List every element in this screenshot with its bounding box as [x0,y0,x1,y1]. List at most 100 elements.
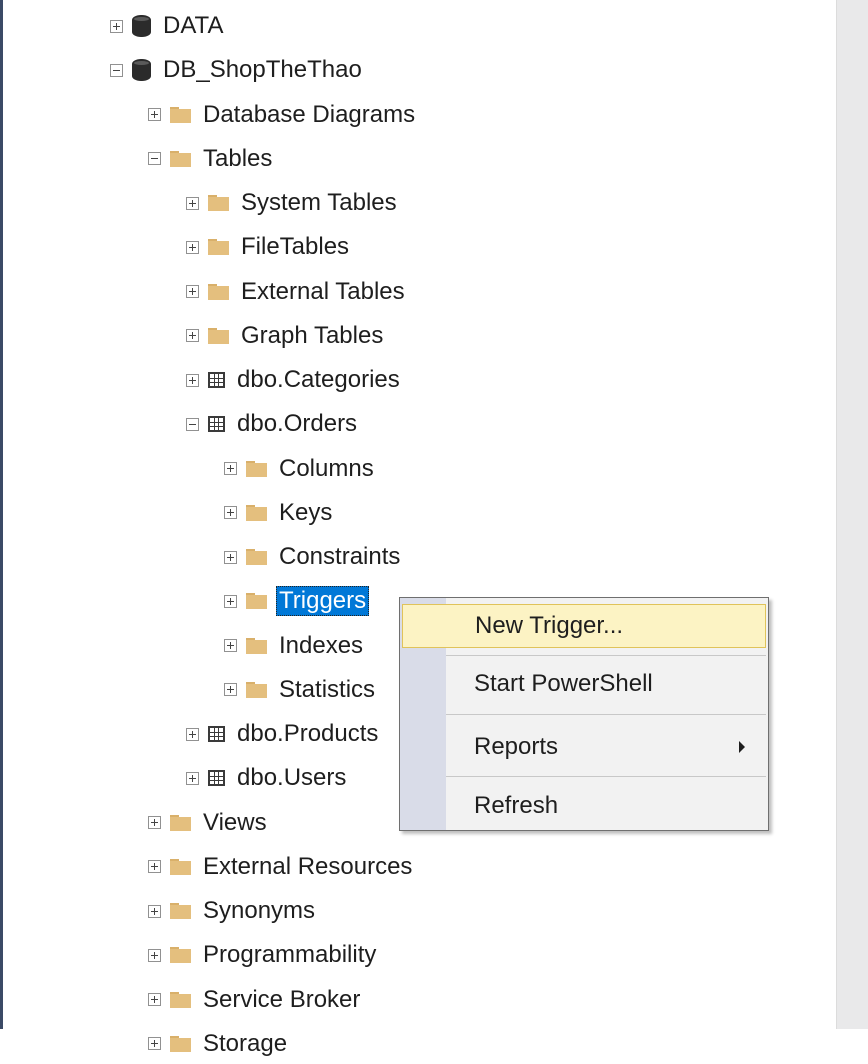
folder-icon [246,504,267,521]
tree-node-label[interactable]: dbo.Orders [234,409,360,439]
expand-plus-icon[interactable] [148,904,161,918]
tree-node[interactable]: Storage [148,1024,290,1064]
expand-plus-icon[interactable] [148,1037,161,1051]
tree-node[interactable]: DATA [110,6,226,46]
menu-item-start-powershell[interactable]: Start PowerShell [402,662,766,706]
expand-plus-icon[interactable] [148,948,161,962]
folder-icon [170,858,191,875]
expand-plus-icon[interactable] [110,19,123,33]
tree-node-label[interactable]: Indexes [276,631,366,661]
tree-node[interactable]: Indexes [224,626,366,666]
expand-plus-icon[interactable] [224,550,237,564]
tree-node-label[interactable]: Storage [200,1029,290,1059]
expand-plus-icon[interactable] [224,683,237,697]
expand-plus-icon[interactable] [186,373,199,387]
tree-node[interactable]: Programmability [148,935,379,975]
database-icon [132,15,151,37]
folder-icon [246,681,267,698]
folder-icon [246,460,267,477]
tree-node[interactable]: dbo.Categories [186,360,403,400]
expand-plus-icon[interactable] [186,727,199,741]
tree-node[interactable]: FileTables [186,227,352,267]
tree-node[interactable]: dbo.Products [186,714,381,754]
folder-icon [208,195,229,211]
tree-node-label[interactable]: Columns [276,454,377,484]
vertical-scrollbar[interactable] [836,0,868,1029]
folder-icon [170,814,191,831]
tree-node-label[interactable]: External Resources [200,852,415,882]
tree-node-label[interactable]: dbo.Products [234,719,381,749]
tree-node[interactable]: Constraints [224,537,403,577]
expand-plus-icon[interactable] [148,108,161,121]
tree-node[interactable]: Keys [224,493,335,533]
menu-item-label: Start PowerShell [474,670,653,697]
tree-node-label[interactable]: Synonyms [200,896,318,926]
expand-plus-icon[interactable] [224,462,237,475]
menu-separator [446,655,766,656]
tree-node-label[interactable]: DATA [160,11,226,41]
table-icon [208,770,225,787]
tree-node-label[interactable]: FileTables [238,232,352,262]
tree-node-label[interactable]: Database Diagrams [200,100,418,130]
expand-plus-icon[interactable] [224,594,237,608]
tree-node[interactable]: Service Broker [148,980,363,1020]
tree-node-label[interactable]: Triggers [276,586,370,617]
tree-node-label[interactable]: Tables [200,144,275,174]
folder-icon [246,549,267,565]
menu-item-refresh[interactable]: Refresh [402,784,766,828]
tree-node-label[interactable]: Keys [276,498,335,528]
tree-node[interactable]: dbo.Orders [186,404,360,444]
tree-node[interactable]: dbo.Users [186,758,349,798]
folder-icon [170,991,191,1008]
expand-plus-icon[interactable] [224,639,237,652]
folder-icon [170,1035,191,1052]
tree-node[interactable]: Triggers [224,581,370,621]
tree-node[interactable]: Synonyms [148,891,318,931]
tree-node-label[interactable]: Graph Tables [238,321,386,351]
tree-node-label[interactable]: dbo.Users [234,763,349,793]
tree-node[interactable]: Statistics [224,670,378,710]
table-icon [208,726,225,742]
tree-node-label[interactable]: Constraints [276,542,403,572]
expand-plus-icon[interactable] [186,771,199,785]
tree-node[interactable]: Tables [148,139,275,179]
tree-node-label[interactable]: External Tables [238,277,408,307]
expand-plus-icon[interactable] [148,860,161,874]
tree-node-label[interactable]: Service Broker [200,985,363,1015]
folder-icon [170,150,191,167]
menu-item-label: New Trigger... [475,612,624,639]
folder-icon [170,947,191,964]
tree-node[interactable]: Graph Tables [186,316,386,356]
tree-node-label[interactable]: Statistics [276,675,378,705]
expand-plus-icon[interactable] [148,816,161,829]
expand-plus-icon[interactable] [148,993,161,1006]
expand-plus-icon[interactable] [224,506,237,520]
tree-node[interactable]: DB_ShopTheThao [110,50,365,90]
collapse-minus-icon[interactable] [148,152,161,166]
menu-item-new-trigger[interactable]: New Trigger... [402,604,766,648]
object-explorer-tree[interactable]: DATA DB_ShopTheThao Database Diagrams Table… [0,0,836,1057]
menu-item-label: Reports [474,733,559,760]
collapse-minus-icon[interactable] [110,63,123,77]
expand-plus-icon[interactable] [186,285,199,298]
tree-node[interactable]: Columns [224,449,377,489]
tree-node[interactable]: Database Diagrams [148,95,418,135]
tree-node[interactable]: System Tables [186,183,400,223]
tree-node[interactable]: External Resources [148,847,415,887]
tree-node[interactable]: Views [148,803,270,843]
menu-item-label: Refresh [474,792,559,819]
tree-node-label[interactable]: DB_ShopTheThao [160,55,365,85]
tree-node-label[interactable]: dbo.Categories [234,365,403,395]
table-icon [208,416,225,433]
expand-plus-icon[interactable] [186,329,199,343]
collapse-minus-icon[interactable] [186,417,199,431]
menu-item-reports[interactable]: Reports [402,725,766,769]
folder-icon [208,239,229,256]
tree-node-label[interactable]: Programmability [200,940,379,970]
expand-plus-icon[interactable] [186,240,199,254]
table-icon [208,372,225,388]
expand-plus-icon[interactable] [186,196,199,210]
tree-node-label[interactable]: System Tables [238,188,400,218]
tree-node[interactable]: External Tables [186,272,408,312]
tree-node-label[interactable]: Views [200,808,270,838]
